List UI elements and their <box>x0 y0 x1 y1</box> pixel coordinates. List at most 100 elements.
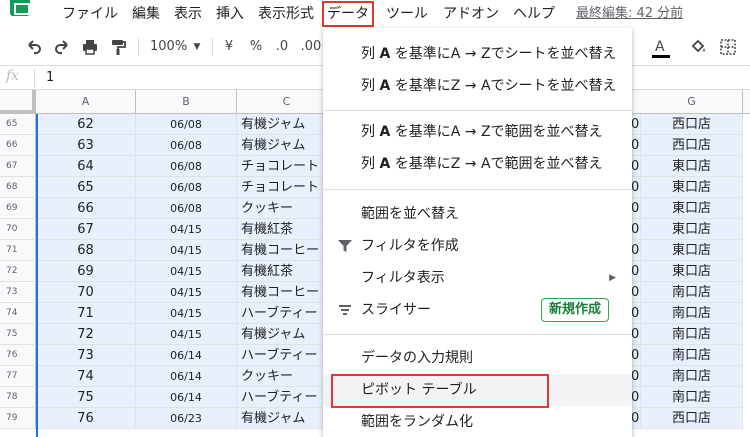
cell-g[interactable]: 西口店 <box>641 408 743 429</box>
cell-c[interactable]: クッキー <box>237 198 327 219</box>
row-header[interactable]: 66 <box>0 135 36 156</box>
zoom-chevron-down-icon[interactable]: ▼ <box>190 37 204 57</box>
sort-range-z-to-a[interactable]: 列 A を基準にZ → Aで範囲を並べ替え <box>323 148 632 180</box>
row-header[interactable]: 71 <box>0 240 36 261</box>
cell-c[interactable]: ハーブティー <box>237 345 327 366</box>
cell-c[interactable]: 有機ジャム <box>237 135 327 156</box>
cell-c[interactable]: 有機コーヒー <box>237 282 327 303</box>
data-validation-item[interactable]: データの入力規則 <box>323 342 632 374</box>
cell-b[interactable]: 06/08 <box>136 114 237 135</box>
cell-a[interactable]: 72 <box>36 324 136 345</box>
row-header[interactable]: 65 <box>0 114 36 135</box>
formula-input[interactable]: 1 <box>46 69 54 87</box>
cell-a[interactable]: 76 <box>36 408 136 429</box>
cell-b[interactable]: 04/15 <box>136 219 237 240</box>
sort-range-a-to-z[interactable]: 列 A を基準にA → Zで範囲を並べ替え <box>323 116 632 148</box>
currency-format-button[interactable]: ¥ <box>222 37 236 57</box>
menu-format[interactable]: 表示形式 <box>258 4 314 24</box>
cell-c[interactable]: 有機ジャム <box>237 408 327 429</box>
sort-range-item[interactable]: 範囲を並べ替え <box>323 198 632 230</box>
row-header[interactable]: 76 <box>0 345 36 366</box>
menu-data[interactable]: データ <box>322 1 374 27</box>
column-header-b[interactable]: B <box>136 90 237 114</box>
column-header-a[interactable]: A <box>36 90 136 114</box>
cell-g[interactable]: 東口店 <box>641 219 743 240</box>
cell-g[interactable]: 西口店 <box>641 135 743 156</box>
cell-b[interactable]: 06/08 <box>136 198 237 219</box>
select-all-corner[interactable] <box>0 90 36 114</box>
row-header[interactable]: 75 <box>0 324 36 345</box>
cell-a[interactable]: 70 <box>36 282 136 303</box>
cell-g[interactable]: 東口店 <box>641 240 743 261</box>
sheets-logo-icon[interactable] <box>10 0 30 16</box>
cell-c[interactable]: 有機ジャム <box>237 324 327 345</box>
cell-b[interactable]: 06/08 <box>136 135 237 156</box>
cell-c[interactable]: 有機コーヒー <box>237 240 327 261</box>
sort-sheet-z-to-a[interactable]: 列 A を基準にZ → Aでシートを並べ替え <box>323 70 632 102</box>
cell-a[interactable]: 75 <box>36 387 136 408</box>
cell-b[interactable]: 06/08 <box>136 156 237 177</box>
row-header[interactable]: 78 <box>0 387 36 408</box>
borders-icon[interactable] <box>718 37 738 57</box>
fill-color-icon[interactable] <box>688 37 708 57</box>
cell-g[interactable]: 南口店 <box>641 345 743 366</box>
row-header[interactable]: 77 <box>0 366 36 387</box>
row-header[interactable]: 68 <box>0 177 36 198</box>
slicer-item[interactable]: スライサー 新規作成 <box>323 294 632 326</box>
cell-b[interactable]: 06/14 <box>136 387 237 408</box>
percent-format-button[interactable]: % <box>248 37 264 57</box>
cell-a[interactable]: 74 <box>36 366 136 387</box>
cell-g[interactable]: 東口店 <box>641 198 743 219</box>
text-color-icon[interactable]: A <box>651 37 671 58</box>
cell-g[interactable]: 東口店 <box>641 156 743 177</box>
cell-a[interactable]: 62 <box>36 114 136 135</box>
row-header[interactable]: 67 <box>0 156 36 177</box>
cell-c[interactable]: 有機紅茶 <box>237 261 327 282</box>
menu-insert[interactable]: 挿入 <box>216 4 244 24</box>
cell-a[interactable]: 67 <box>36 219 136 240</box>
cell-g[interactable]: 南口店 <box>641 282 743 303</box>
cell-c[interactable]: 有機紅茶 <box>237 219 327 240</box>
cell-a[interactable]: 64 <box>36 156 136 177</box>
cell-c[interactable]: チョコレート <box>237 156 327 177</box>
cell-g[interactable]: 南口店 <box>641 303 743 324</box>
cell-g[interactable]: 東口店 <box>641 261 743 282</box>
column-header-g[interactable]: G <box>641 90 743 114</box>
cell-b[interactable]: 04/15 <box>136 261 237 282</box>
create-filter-item[interactable]: フィルタを作成 <box>323 230 632 262</box>
cell-c[interactable]: ハーブティー <box>237 303 327 324</box>
row-header[interactable]: 69 <box>0 198 36 219</box>
cell-b[interactable]: 06/23 <box>136 408 237 429</box>
cell-g[interactable]: 南口店 <box>641 366 743 387</box>
sort-sheet-a-to-z[interactable]: 列 A を基準にA → Zでシートを並べ替え <box>323 38 632 70</box>
cell-b[interactable]: 04/15 <box>136 303 237 324</box>
cell-c[interactable]: 有機ジャム <box>237 114 327 135</box>
menu-file[interactable]: ファイル <box>62 4 118 24</box>
cell-a[interactable]: 73 <box>36 345 136 366</box>
randomize-range-item[interactable]: 範囲をランダム化 <box>323 406 632 437</box>
filter-views-item[interactable]: フィルタ表示 ▶ <box>323 262 632 294</box>
cell-c[interactable]: ハーブティー <box>237 387 327 408</box>
cell-b[interactable]: 06/14 <box>136 366 237 387</box>
row-header[interactable]: 74 <box>0 303 36 324</box>
cell-b[interactable]: 04/15 <box>136 240 237 261</box>
row-header[interactable]: 79 <box>0 408 36 429</box>
paint-format-icon[interactable] <box>108 37 128 57</box>
cell-g[interactable]: 南口店 <box>641 387 743 408</box>
column-header-c[interactable]: C <box>237 90 337 114</box>
increase-decimal-button[interactable]: .00 <box>298 37 324 57</box>
cell-b[interactable]: 04/15 <box>136 282 237 303</box>
cell-a[interactable]: 63 <box>36 135 136 156</box>
undo-icon[interactable] <box>24 37 44 57</box>
zoom-select[interactable]: 100% <box>150 37 187 57</box>
print-icon[interactable] <box>80 37 100 57</box>
cell-a[interactable]: 66 <box>36 198 136 219</box>
cell-a[interactable]: 69 <box>36 261 136 282</box>
last-edit-link[interactable]: 最終編集: 42 分前 <box>576 4 683 24</box>
row-header[interactable]: 73 <box>0 282 36 303</box>
cell-a[interactable]: 71 <box>36 303 136 324</box>
cell-g[interactable]: 東口店 <box>641 177 743 198</box>
cell-b[interactable]: 06/08 <box>136 177 237 198</box>
menu-tools[interactable]: ツール <box>386 4 428 24</box>
cell-g[interactable]: 南口店 <box>641 324 743 345</box>
